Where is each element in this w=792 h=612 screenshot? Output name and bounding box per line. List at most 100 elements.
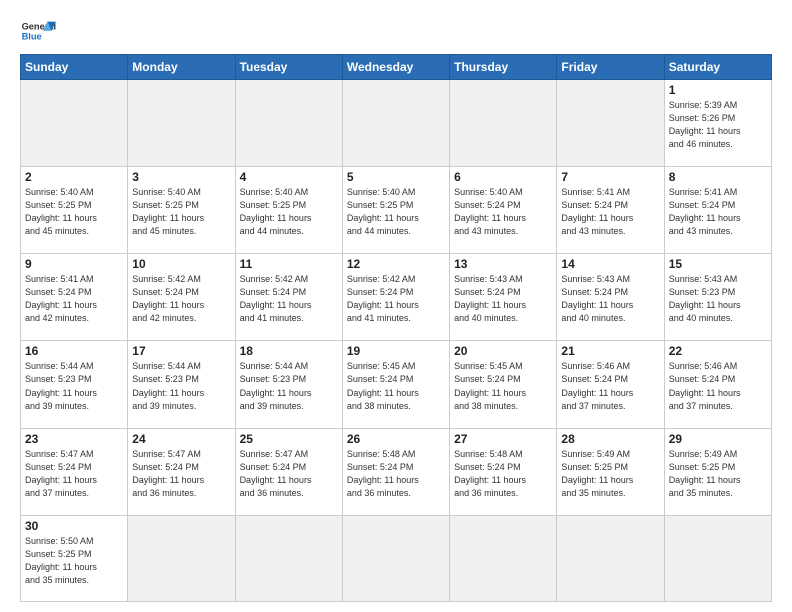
day-number: 30 bbox=[25, 519, 123, 533]
day-info: Sunrise: 5:46 AM Sunset: 5:24 PM Dayligh… bbox=[669, 360, 767, 412]
page: General Blue SundayMondayTuesdayWednesda… bbox=[0, 0, 792, 612]
calendar-cell: 15 Sunrise: 5:43 AM Sunset: 5:23 PM Dayli… bbox=[664, 254, 771, 341]
day-number: 12 bbox=[347, 257, 445, 271]
calendar-week-1: 2 Sunrise: 5:40 AM Sunset: 5:25 PM Daylig… bbox=[21, 167, 772, 254]
day-info: Sunrise: 5:47 AM Sunset: 5:24 PM Dayligh… bbox=[240, 448, 338, 500]
day-number: 29 bbox=[669, 432, 767, 446]
day-number: 17 bbox=[132, 344, 230, 358]
day-info: Sunrise: 5:50 AM Sunset: 5:25 PM Dayligh… bbox=[25, 535, 123, 587]
day-number: 3 bbox=[132, 170, 230, 184]
day-number: 1 bbox=[669, 83, 767, 97]
calendar-cell: 7Sunrise: 5:41 AM Sunset: 5:24 PM Daylig… bbox=[557, 167, 664, 254]
day-info: Sunrise: 5:40 AM Sunset: 5:25 PM Dayligh… bbox=[25, 186, 123, 238]
calendar-body: 1 Sunrise: 5:39 AM Sunset: 5:26 PM Daylig… bbox=[21, 80, 772, 602]
day-number: 22 bbox=[669, 344, 767, 358]
day-info: Sunrise: 5:41 AM Sunset: 5:24 PM Dayligh… bbox=[561, 186, 659, 238]
calendar-cell: 27 Sunrise: 5:48 AM Sunset: 5:24 PM Dayli… bbox=[450, 428, 557, 515]
day-number: 27 bbox=[454, 432, 552, 446]
calendar-cell bbox=[235, 515, 342, 601]
calendar-cell: 30 Sunrise: 5:50 AM Sunset: 5:25 PM Dayli… bbox=[21, 515, 128, 601]
calendar-cell bbox=[450, 80, 557, 167]
calendar-cell: 14Sunrise: 5:43 AM Sunset: 5:24 PM Dayli… bbox=[557, 254, 664, 341]
weekday-header-thursday: Thursday bbox=[450, 55, 557, 80]
day-number: 23 bbox=[25, 432, 123, 446]
calendar-table: SundayMondayTuesdayWednesdayThursdayFrid… bbox=[20, 54, 772, 602]
day-info: Sunrise: 5:48 AM Sunset: 5:24 PM Dayligh… bbox=[454, 448, 552, 500]
day-info: Sunrise: 5:44 AM Sunset: 5:23 PM Dayligh… bbox=[132, 360, 230, 412]
calendar-cell: 3Sunrise: 5:40 AM Sunset: 5:25 PM Daylig… bbox=[128, 167, 235, 254]
day-info: Sunrise: 5:44 AM Sunset: 5:23 PM Dayligh… bbox=[25, 360, 123, 412]
day-number: 26 bbox=[347, 432, 445, 446]
calendar-week-4: 23 Sunrise: 5:47 AM Sunset: 5:24 PM Dayli… bbox=[21, 428, 772, 515]
calendar-header: SundayMondayTuesdayWednesdayThursdayFrid… bbox=[21, 55, 772, 80]
calendar-cell bbox=[342, 515, 449, 601]
day-info: Sunrise: 5:42 AM Sunset: 5:24 PM Dayligh… bbox=[347, 273, 445, 325]
day-number: 16 bbox=[25, 344, 123, 358]
day-number: 18 bbox=[240, 344, 338, 358]
calendar-cell: 2 Sunrise: 5:40 AM Sunset: 5:25 PM Daylig… bbox=[21, 167, 128, 254]
day-info: Sunrise: 5:45 AM Sunset: 5:24 PM Dayligh… bbox=[454, 360, 552, 412]
calendar-week-5: 30 Sunrise: 5:50 AM Sunset: 5:25 PM Dayli… bbox=[21, 515, 772, 601]
general-blue-logo-icon: General Blue bbox=[20, 18, 56, 48]
calendar-cell bbox=[557, 515, 664, 601]
logo: General Blue bbox=[20, 18, 56, 48]
calendar-cell: 13Sunrise: 5:43 AM Sunset: 5:24 PM Dayli… bbox=[450, 254, 557, 341]
calendar-cell: 17 Sunrise: 5:44 AM Sunset: 5:23 PM Dayli… bbox=[128, 341, 235, 428]
day-info: Sunrise: 5:39 AM Sunset: 5:26 PM Dayligh… bbox=[669, 99, 767, 151]
day-info: Sunrise: 5:43 AM Sunset: 5:23 PM Dayligh… bbox=[669, 273, 767, 325]
calendar-cell bbox=[128, 80, 235, 167]
calendar-cell bbox=[664, 515, 771, 601]
calendar-cell: 9Sunrise: 5:41 AM Sunset: 5:24 PM Daylig… bbox=[21, 254, 128, 341]
day-number: 24 bbox=[132, 432, 230, 446]
calendar-cell: 1 Sunrise: 5:39 AM Sunset: 5:26 PM Daylig… bbox=[664, 80, 771, 167]
day-number: 2 bbox=[25, 170, 123, 184]
calendar-cell: 6 Sunrise: 5:40 AM Sunset: 5:24 PM Daylig… bbox=[450, 167, 557, 254]
day-number: 9 bbox=[25, 257, 123, 271]
weekday-header-wednesday: Wednesday bbox=[342, 55, 449, 80]
day-info: Sunrise: 5:49 AM Sunset: 5:25 PM Dayligh… bbox=[669, 448, 767, 500]
day-info: Sunrise: 5:49 AM Sunset: 5:25 PM Dayligh… bbox=[561, 448, 659, 500]
calendar-cell bbox=[342, 80, 449, 167]
calendar-cell: 4Sunrise: 5:40 AM Sunset: 5:25 PM Daylig… bbox=[235, 167, 342, 254]
weekday-header-monday: Monday bbox=[128, 55, 235, 80]
calendar-cell: 16 Sunrise: 5:44 AM Sunset: 5:23 PM Dayli… bbox=[21, 341, 128, 428]
day-info: Sunrise: 5:40 AM Sunset: 5:24 PM Dayligh… bbox=[454, 186, 552, 238]
calendar-cell: 28Sunrise: 5:49 AM Sunset: 5:25 PM Dayli… bbox=[557, 428, 664, 515]
weekday-header-saturday: Saturday bbox=[664, 55, 771, 80]
day-number: 21 bbox=[561, 344, 659, 358]
calendar-cell: 24 Sunrise: 5:47 AM Sunset: 5:24 PM Dayli… bbox=[128, 428, 235, 515]
calendar-cell bbox=[557, 80, 664, 167]
calendar-cell: 23 Sunrise: 5:47 AM Sunset: 5:24 PM Dayli… bbox=[21, 428, 128, 515]
day-number: 8 bbox=[669, 170, 767, 184]
day-number: 13 bbox=[454, 257, 552, 271]
calendar-cell: 5 Sunrise: 5:40 AM Sunset: 5:25 PM Daylig… bbox=[342, 167, 449, 254]
day-info: Sunrise: 5:47 AM Sunset: 5:24 PM Dayligh… bbox=[25, 448, 123, 500]
calendar-cell bbox=[128, 515, 235, 601]
day-number: 15 bbox=[669, 257, 767, 271]
calendar-cell: 21 Sunrise: 5:46 AM Sunset: 5:24 PM Dayli… bbox=[557, 341, 664, 428]
day-number: 11 bbox=[240, 257, 338, 271]
weekday-header-sunday: Sunday bbox=[21, 55, 128, 80]
svg-text:Blue: Blue bbox=[22, 31, 42, 41]
calendar-cell: 10Sunrise: 5:42 AM Sunset: 5:24 PM Dayli… bbox=[128, 254, 235, 341]
day-info: Sunrise: 5:40 AM Sunset: 5:25 PM Dayligh… bbox=[347, 186, 445, 238]
day-info: Sunrise: 5:45 AM Sunset: 5:24 PM Dayligh… bbox=[347, 360, 445, 412]
day-number: 25 bbox=[240, 432, 338, 446]
calendar-cell: 25 Sunrise: 5:47 AM Sunset: 5:24 PM Dayli… bbox=[235, 428, 342, 515]
day-number: 6 bbox=[454, 170, 552, 184]
day-info: Sunrise: 5:46 AM Sunset: 5:24 PM Dayligh… bbox=[561, 360, 659, 412]
calendar-cell bbox=[450, 515, 557, 601]
day-info: Sunrise: 5:43 AM Sunset: 5:24 PM Dayligh… bbox=[561, 273, 659, 325]
day-info: Sunrise: 5:44 AM Sunset: 5:23 PM Dayligh… bbox=[240, 360, 338, 412]
day-info: Sunrise: 5:48 AM Sunset: 5:24 PM Dayligh… bbox=[347, 448, 445, 500]
calendar-cell: 22 Sunrise: 5:46 AM Sunset: 5:24 PM Dayli… bbox=[664, 341, 771, 428]
day-info: Sunrise: 5:41 AM Sunset: 5:24 PM Dayligh… bbox=[669, 186, 767, 238]
calendar-cell: 8 Sunrise: 5:41 AM Sunset: 5:24 PM Daylig… bbox=[664, 167, 771, 254]
header: General Blue bbox=[20, 18, 772, 48]
calendar-cell: 19Sunrise: 5:45 AM Sunset: 5:24 PM Dayli… bbox=[342, 341, 449, 428]
day-info: Sunrise: 5:47 AM Sunset: 5:24 PM Dayligh… bbox=[132, 448, 230, 500]
day-number: 5 bbox=[347, 170, 445, 184]
day-number: 4 bbox=[240, 170, 338, 184]
day-info: Sunrise: 5:42 AM Sunset: 5:24 PM Dayligh… bbox=[240, 273, 338, 325]
day-number: 10 bbox=[132, 257, 230, 271]
